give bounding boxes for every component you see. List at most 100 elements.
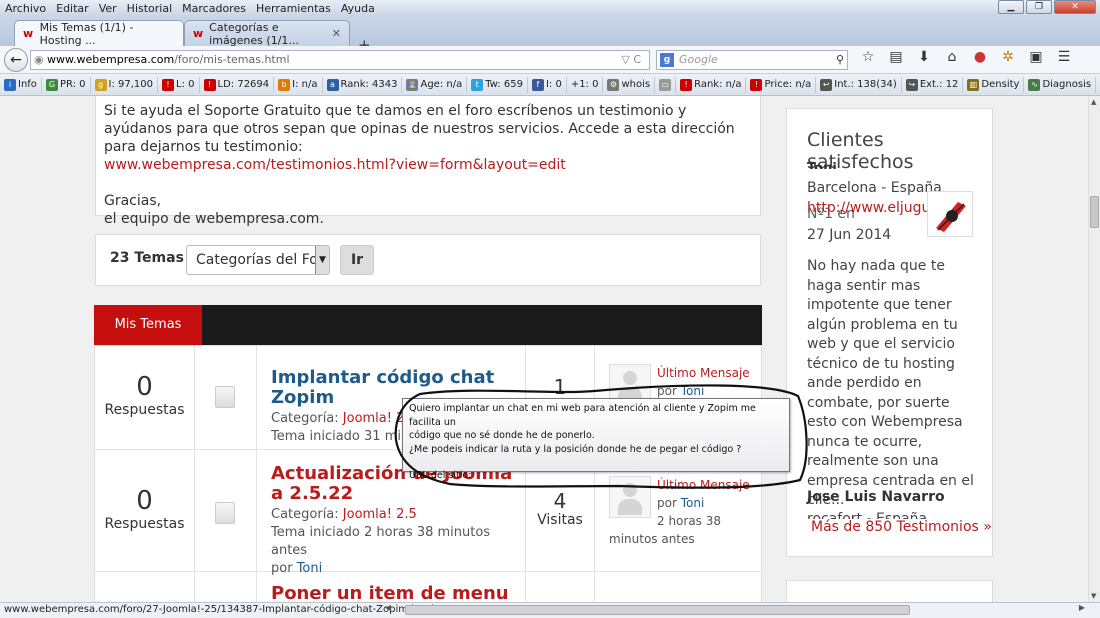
scroll-up-icon[interactable]: ▲ bbox=[1091, 98, 1096, 106]
dropdown-reload-icons[interactable]: ▽ C bbox=[621, 51, 641, 69]
url-path: /foro/mis-temas.html bbox=[174, 53, 290, 66]
horizontal-scrollbar[interactable]: ◀ ▶ bbox=[385, 603, 1085, 615]
tab-mis-temas-section[interactable]: Mis Temas bbox=[94, 305, 202, 345]
scroll-thumb[interactable] bbox=[405, 605, 910, 615]
category-link[interactable]: Joomla! 2.5 bbox=[343, 507, 417, 522]
whois-icon: ⚙ bbox=[607, 78, 620, 91]
close-tab-icon[interactable]: ✕ bbox=[332, 27, 341, 40]
thanks-text: Gracias, bbox=[104, 193, 162, 209]
menu-historial[interactable]: Historial bbox=[122, 2, 177, 15]
address-bar[interactable]: ◉ www.webempresa.com/foro/mis-temas.html… bbox=[30, 50, 650, 70]
replies-count: 0 bbox=[136, 486, 153, 516]
window-controls: ▁ ❐ ✕ bbox=[998, 0, 1096, 14]
seo-alexa[interactable]: a Rank: 4343 bbox=[323, 76, 403, 93]
flag-icon: ! bbox=[203, 78, 216, 91]
bookmark-star-icon[interactable]: ☆ bbox=[858, 49, 878, 65]
team-signature: el equipo de webempresa.com. bbox=[104, 211, 324, 227]
seo-density[interactable]: ▥ Density bbox=[963, 76, 1025, 93]
topic-count: 23 Temas bbox=[110, 250, 184, 266]
twitter-icon: t bbox=[471, 78, 484, 91]
gear-icon[interactable]: ✲ bbox=[998, 49, 1018, 65]
menu-herramientas[interactable]: Herramientas bbox=[251, 2, 336, 15]
seo-facebook[interactable]: f I: 0 bbox=[528, 76, 567, 93]
menu-editar[interactable]: Editar bbox=[51, 2, 94, 15]
seo-whois[interactable]: ⚙ whois bbox=[603, 76, 656, 93]
seo-ld[interactable]: ! LD: 72694 bbox=[200, 76, 275, 93]
scroll-thumb[interactable] bbox=[1090, 196, 1099, 228]
pagerank-icon: G bbox=[45, 78, 58, 91]
topic-document-icon bbox=[215, 502, 235, 524]
alexa-icon: a bbox=[326, 78, 339, 91]
scroll-down-icon[interactable]: ▼ bbox=[1091, 592, 1096, 600]
visits-cell bbox=[525, 572, 595, 602]
facebook-icon: f bbox=[531, 78, 544, 91]
external-links-icon: ↪ bbox=[905, 78, 918, 91]
scroll-right-icon[interactable]: ▶ bbox=[1079, 603, 1085, 612]
home-icon[interactable]: ⌂ bbox=[942, 49, 962, 65]
menu-archivo[interactable]: Archivo bbox=[0, 2, 51, 15]
topic-filter-bar: 23 Temas Categorías del Foro ▼ Ir bbox=[95, 234, 761, 286]
seo-twitter[interactable]: t Tw: 659 bbox=[467, 76, 528, 93]
topic-title-link[interactable]: Poner un item de menu bbox=[271, 584, 521, 603]
seo-links[interactable]: ! L: 0 bbox=[158, 76, 200, 93]
profile-icon[interactable]: ▣ bbox=[1026, 49, 1046, 65]
seo-diagnosis[interactable]: ∿ Diagnosis bbox=[1024, 76, 1097, 93]
testimonial-text: No hay nada que te haga sentir mas impot… bbox=[807, 258, 974, 508]
menu-marcadores[interactable]: Marcadores bbox=[177, 2, 251, 15]
minimize-icon[interactable]: ▁ bbox=[998, 0, 1024, 14]
scroll-left-icon[interactable]: ◀ bbox=[385, 603, 391, 612]
user-link[interactable]: Toni bbox=[681, 384, 705, 398]
testimonial-site-link[interactable]: http://www.eljugue bbox=[807, 200, 939, 216]
seo-rank[interactable]: ! Rank: n/a bbox=[676, 76, 747, 93]
seo-index[interactable]: g I: 97,100 bbox=[91, 76, 159, 93]
menu-icon[interactable]: ☰ bbox=[1054, 49, 1074, 65]
source-icon: ▭ bbox=[659, 78, 672, 91]
category-select-value: Categorías del Foro bbox=[196, 252, 330, 268]
replies-cell: 0 Respuestas bbox=[95, 346, 195, 449]
topic-icon-cell bbox=[195, 572, 257, 602]
globe-icon: ◉ bbox=[34, 53, 44, 66]
bookmarks-list-icon[interactable]: ▤ bbox=[886, 49, 906, 65]
maximize-icon[interactable]: ❐ bbox=[1026, 0, 1052, 14]
seo-plusone[interactable]: +1: 0 bbox=[567, 76, 604, 93]
seo-info[interactable]: i Info bbox=[0, 76, 42, 93]
visits-label: Visitas bbox=[537, 512, 583, 528]
testimonials-sidebar: Clientes satisfechos Toni Barcelona - Es… bbox=[786, 108, 993, 557]
menu-ayuda[interactable]: Ayuda bbox=[336, 2, 380, 15]
seo-source[interactable]: ▭ bbox=[655, 76, 677, 93]
more-testimonials-link[interactable]: Más de 850 Testimonios » bbox=[811, 519, 992, 535]
tab-categorias[interactable]: w Categorías e imágenes (1/1... ✕ bbox=[184, 20, 350, 47]
topic-icon-cell bbox=[195, 450, 257, 571]
testimonial-author-name: Jose Luis Navarro bbox=[807, 489, 945, 505]
google-icon: g bbox=[660, 53, 674, 67]
seo-index2[interactable]: b I: n/a bbox=[274, 76, 323, 93]
topic-started: Tema iniciado 2 horas 38 minutos antes bbox=[271, 525, 491, 558]
flag-icon: ! bbox=[750, 78, 763, 91]
testimonial-request-message: Si te ayuda el Soporte Gratuito que te d… bbox=[95, 96, 761, 227]
seo-price[interactable]: ! Price: n/a bbox=[746, 76, 817, 93]
go-button[interactable]: Ir bbox=[340, 245, 374, 275]
addon-icon[interactable]: ● bbox=[970, 49, 990, 65]
user-link[interactable]: Toni bbox=[681, 496, 705, 510]
seo-external[interactable]: ↪ Ext.: 12 bbox=[902, 76, 964, 93]
seo-internal[interactable]: ↩ Int.: 138(34) bbox=[816, 76, 902, 93]
search-icon[interactable]: ⚲ bbox=[836, 51, 844, 69]
close-window-icon[interactable]: ✕ bbox=[1054, 0, 1096, 14]
seo-age[interactable]: ⌛ Age: n/a bbox=[402, 76, 468, 93]
category-select[interactable]: Categorías del Foro ▼ bbox=[186, 245, 330, 275]
customer-logo-icon-graphic bbox=[936, 202, 966, 232]
vertical-scrollbar[interactable]: ▲ ▼ bbox=[1088, 96, 1100, 602]
tab-mis-temas[interactable]: w Mis Temas (1/1) - Hosting ... bbox=[14, 20, 184, 47]
download-icon[interactable]: ⬇ bbox=[914, 49, 934, 65]
topic-document-icon bbox=[215, 386, 235, 408]
menu-ver[interactable]: Ver bbox=[94, 2, 122, 15]
replies-cell: 0 Respuestas bbox=[95, 450, 195, 571]
topic-icon-cell bbox=[195, 346, 257, 449]
seo-pr[interactable]: G PR: 0 bbox=[42, 76, 91, 93]
testimonial-link[interactable]: www.webempresa.com/testimonios.html?view… bbox=[104, 157, 566, 173]
back-arrow-icon[interactable]: ← bbox=[4, 48, 28, 72]
chevron-down-icon[interactable]: ▼ bbox=[315, 246, 329, 274]
search-input[interactable]: g Google ⚲ bbox=[656, 50, 848, 70]
sidebar-widget bbox=[786, 580, 993, 602]
tooltip-line: código que no sé donde he de ponerlo. bbox=[409, 430, 595, 441]
